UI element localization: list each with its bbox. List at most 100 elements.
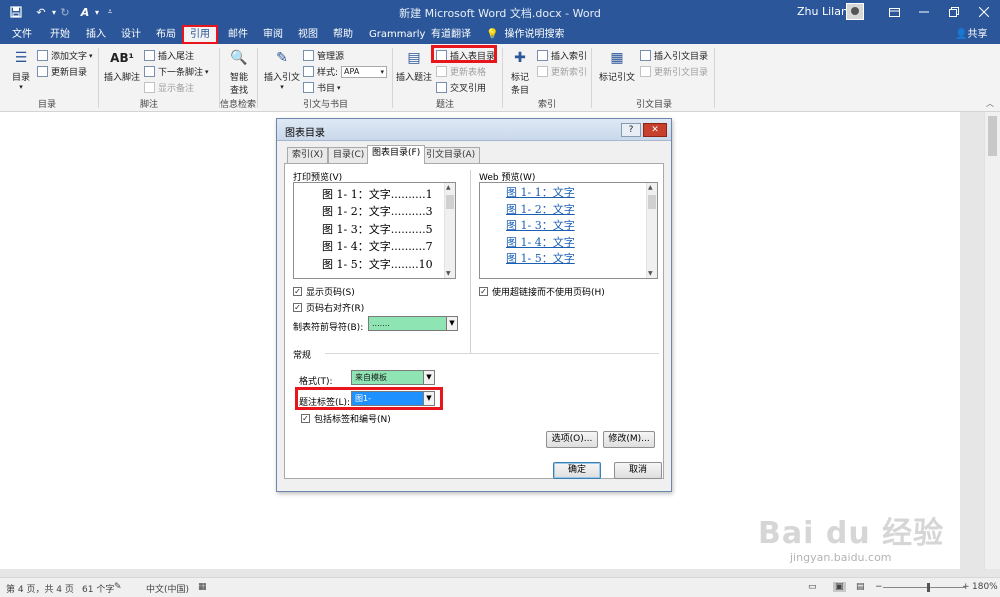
right-align-checkbox[interactable]: ✓ 页码右对齐(R) xyxy=(293,301,364,314)
update-toa-button[interactable]: 更新引文目录 xyxy=(640,65,708,78)
checkbox-checked[interactable]: ✓ xyxy=(479,287,488,296)
caption-label-select[interactable]: 图1- ▼ xyxy=(351,391,435,406)
tab-home[interactable]: 开始 xyxy=(50,27,70,43)
smart-lookup-button[interactable]: 🔍 智能 查找 xyxy=(227,48,251,96)
tab-view[interactable]: 视图 xyxy=(298,27,318,43)
zoom-slider-thumb[interactable] xyxy=(927,583,930,592)
manage-sources-button[interactable]: 管理源 xyxy=(303,49,344,62)
add-text-button[interactable]: 添加文字 ▾ xyxy=(37,49,93,62)
show-notes-button[interactable]: 显示备注 xyxy=(144,81,194,94)
web-preview-link[interactable]: 图 1- 1：文字 xyxy=(506,184,575,200)
cancel-button[interactable]: 取消 xyxy=(614,462,662,479)
collapse-ribbon-icon[interactable]: ︿ xyxy=(986,98,994,109)
zoom-slider[interactable] xyxy=(883,587,965,588)
scrollbar-thumb[interactable] xyxy=(446,195,454,209)
tab-index[interactable]: 索引(X) xyxy=(287,147,329,163)
scroll-down-icon[interactable]: ▼ xyxy=(446,270,451,277)
use-hyperlinks-checkbox[interactable]: ✓ 使用超链接而不使用页码(H) xyxy=(479,285,605,298)
web-preview-link[interactable]: 图 1- 2：文字 xyxy=(506,201,575,217)
macro-icon[interactable]: ▦ xyxy=(198,582,207,592)
tab-review[interactable]: 审阅 xyxy=(263,27,283,43)
zoom-in-icon[interactable]: + xyxy=(962,582,970,592)
web-layout-icon[interactable]: ▤ xyxy=(856,582,865,592)
language[interactable]: 中文(中国) xyxy=(146,582,189,595)
style-value[interactable]: APA xyxy=(341,65,388,78)
scroll-up-icon[interactable]: ▲ xyxy=(446,184,451,191)
tab-insert[interactable]: 插入 xyxy=(86,27,106,43)
highlight-box xyxy=(431,45,497,63)
web-preview-box: 图 1- 1：文字 图 1- 2：文字 图 1- 3：文字 图 1- 4：文字 … xyxy=(479,182,658,279)
toc-button[interactable]: ☰ 目录 ▾ xyxy=(8,48,34,91)
restore-icon[interactable] xyxy=(940,2,968,22)
close-window-icon[interactable] xyxy=(970,2,998,22)
formats-select[interactable]: 来自模板 ▼ xyxy=(351,370,435,385)
citation-icon: ✎ xyxy=(276,50,288,66)
tab-youdao[interactable]: 有道翻译 xyxy=(431,27,471,43)
avatar[interactable] xyxy=(846,3,864,20)
scrollbar-thumb[interactable] xyxy=(988,116,997,156)
ribbon-display-icon[interactable] xyxy=(880,2,908,22)
minimize-icon[interactable] xyxy=(910,2,938,22)
word-count[interactable]: 61 个字 xyxy=(82,582,114,595)
web-preview-link[interactable]: 图 1- 4：文字 xyxy=(506,234,575,250)
chevron-down-icon[interactable]: ▼ xyxy=(423,371,434,384)
scroll-down-icon[interactable]: ▼ xyxy=(648,270,653,277)
mark-citation-button[interactable]: ▦ 标记引文 xyxy=(599,48,635,83)
print-preview-scrollbar[interactable]: ▲ ▼ xyxy=(444,183,455,278)
read-mode-icon[interactable]: ▭ xyxy=(808,582,817,592)
tab-layout[interactable]: 布局 xyxy=(156,27,176,43)
page-count[interactable]: 第 4 页，共 4 页 xyxy=(6,582,74,595)
scrollbar-thumb[interactable] xyxy=(648,195,656,209)
cross-reference-button[interactable]: 交叉引用 xyxy=(436,81,486,94)
web-preview-link[interactable]: 图 1- 5：文字 xyxy=(506,250,575,266)
tab-design[interactable]: 设计 xyxy=(121,27,141,43)
close-icon[interactable]: ✕ xyxy=(643,123,667,137)
chevron-down-icon[interactable]: ▼ xyxy=(446,317,457,330)
update-table-button[interactable]: 更新表格 xyxy=(436,65,486,78)
tell-me-search[interactable]: 💡 操作说明搜索 xyxy=(486,27,564,43)
tab-mailings[interactable]: 邮件 xyxy=(228,27,248,43)
tab-help[interactable]: 帮助 xyxy=(333,27,353,43)
next-footnote-button[interactable]: 下一条脚注 ▾ xyxy=(144,65,209,78)
scroll-up-icon[interactable]: ▲ xyxy=(648,184,653,191)
tab-toc[interactable]: 目录(C) xyxy=(328,147,370,163)
show-page-numbers-checkbox[interactable]: ✓ 显示页码(S) xyxy=(293,285,355,298)
update-toc-button[interactable]: 更新目录 xyxy=(37,65,87,78)
insert-caption-button[interactable]: ▤ 插入题注 xyxy=(396,48,432,83)
tab-leader-select[interactable]: ....... ▼ xyxy=(368,316,458,331)
include-label-checkbox[interactable]: ✓ 包括标签和编号(N) xyxy=(301,412,391,425)
bibliography-button[interactable]: 书目 ▾ xyxy=(303,81,341,94)
insert-index-button[interactable]: 插入索引 xyxy=(537,49,587,62)
proofing-icon[interactable]: ✎ xyxy=(114,582,122,592)
citation-style-select[interactable]: 样式: APA xyxy=(303,65,388,78)
insert-toa-button[interactable]: 插入引文目录 xyxy=(640,49,708,62)
style-icon xyxy=(303,66,314,77)
zoom-out-icon[interactable]: − xyxy=(875,582,883,592)
print-layout-icon[interactable]: ▣ xyxy=(833,582,846,592)
options-button[interactable]: 选项(O)... xyxy=(546,431,598,448)
zoom-level[interactable]: 180% xyxy=(972,582,998,592)
add-text-icon xyxy=(37,50,48,61)
chevron-down-icon[interactable]: ▼ xyxy=(423,392,434,405)
tab-references[interactable]: 引用 xyxy=(182,25,218,44)
ok-button[interactable]: 确定 xyxy=(553,462,601,479)
modify-button[interactable]: 修改(M)... xyxy=(603,431,655,448)
web-preview-link[interactable]: 图 1- 3：文字 xyxy=(506,217,575,233)
insert-endnote-button[interactable]: 插入尾注 xyxy=(144,49,194,62)
tab-table-of-figures[interactable]: 图表目录(F) xyxy=(367,145,426,164)
insert-footnote-button[interactable]: AB¹ 插入脚注 xyxy=(104,48,140,83)
mark-entry-button[interactable]: ✚ 标记 条目 xyxy=(508,48,532,96)
share-button[interactable]: 👤共享 xyxy=(955,27,987,43)
checkbox-checked[interactable]: ✓ xyxy=(293,287,302,296)
tab-grammarly[interactable]: Grammarly xyxy=(369,27,425,43)
tab-table-of-authorities[interactable]: 引文目录(A) xyxy=(421,147,481,163)
checkbox-checked[interactable]: ✓ xyxy=(301,414,310,423)
user-name[interactable]: Zhu Lilan xyxy=(797,5,848,18)
insert-citation-button[interactable]: ✎ 插入引文 ▾ xyxy=(263,48,301,91)
vertical-scrollbar[interactable] xyxy=(984,112,1000,569)
tab-file[interactable]: 文件 xyxy=(12,27,32,43)
web-preview-scrollbar[interactable]: ▲ ▼ xyxy=(646,183,657,278)
update-index-button[interactable]: 更新索引 xyxy=(537,65,587,78)
help-icon[interactable]: ? xyxy=(621,123,641,137)
checkbox-checked[interactable]: ✓ xyxy=(293,303,302,312)
